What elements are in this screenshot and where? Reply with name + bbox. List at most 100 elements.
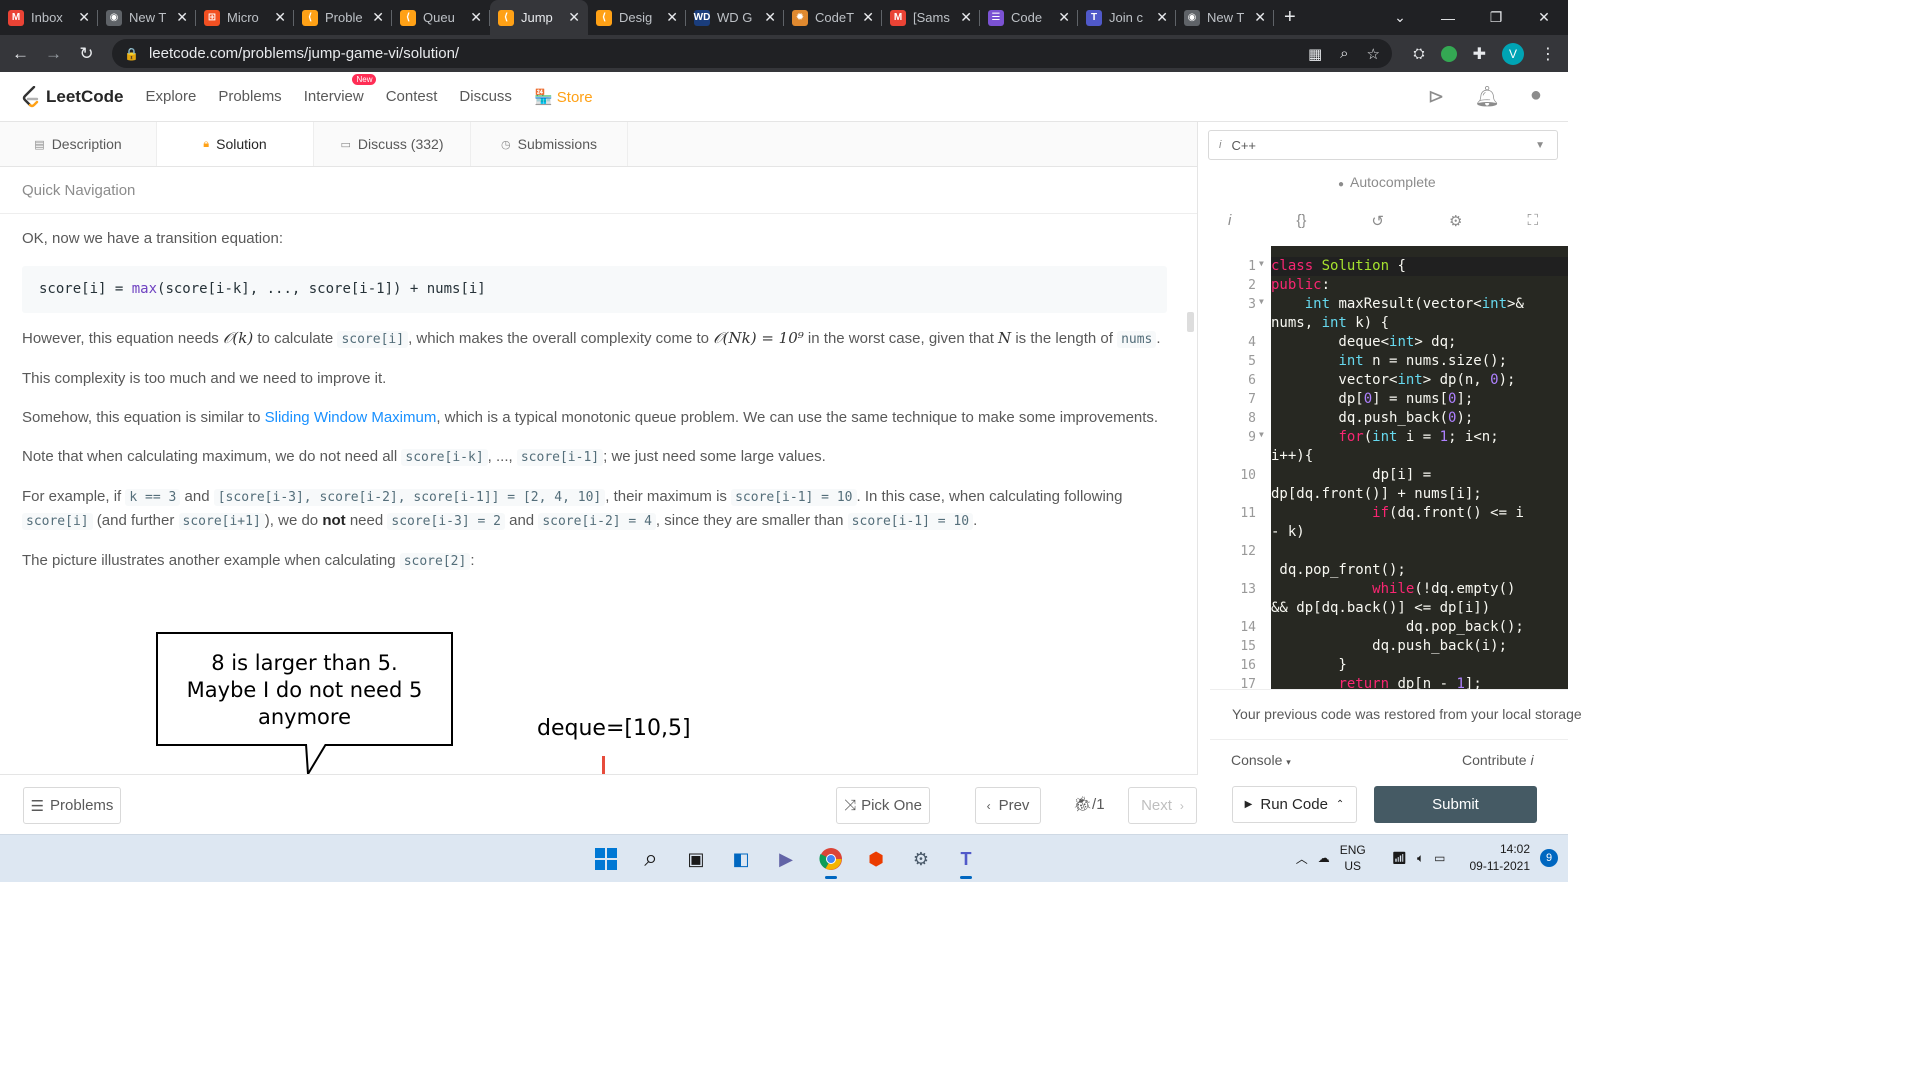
text: . [973, 512, 978, 529]
close-tab-icon[interactable]: ✕ [78, 9, 90, 26]
fullscreen-icon[interactable]: ⛶ [1527, 212, 1538, 230]
close-tab-icon[interactable]: ✕ [1156, 9, 1168, 26]
close-tab-icon[interactable]: ✕ [960, 9, 972, 26]
browser-tab[interactable]: ☰ Code ✕ [980, 0, 1078, 35]
qr-code-icon[interactable]: ▦ [1308, 45, 1322, 63]
fold-icon[interactable]: ▼ [1259, 297, 1264, 306]
browser-tab[interactable]: M Inbox ✕ [0, 0, 98, 35]
close-tab-icon[interactable]: ✕ [666, 9, 678, 26]
close-tab-icon[interactable]: ✕ [470, 9, 482, 26]
submit-button[interactable]: Submit [1374, 786, 1537, 823]
new-tab-button[interactable]: + [1284, 6, 1296, 29]
clock[interactable]: 14:02 09-11-2021 [1470, 841, 1531, 875]
close-window-button[interactable]: ✕ [1520, 9, 1568, 26]
restore-button[interactable]: ❐ [1472, 9, 1520, 26]
close-tab-icon[interactable]: ✕ [764, 9, 776, 26]
tab-discuss[interactable]: ▭ Discuss (332) [314, 122, 471, 166]
minimize-button[interactable]: — [1424, 10, 1472, 26]
tab-solution[interactable]: 🔒︎ Solution [157, 122, 314, 166]
zoom-icon[interactable]: ⌕ [1340, 45, 1348, 62]
address-bar[interactable]: 🔒 leetcode.com/problems/jump-game-vi/sol… [112, 39, 1392, 68]
browser-toolbar: ← → ↻ 🔒 leetcode.com/problems/jump-game-… [0, 35, 1568, 72]
browser-tab[interactable]: M [Sams ✕ [882, 0, 980, 35]
back-button[interactable]: ← [4, 44, 37, 64]
sliding-window-maximum-link[interactable]: Sliding Window Maximum [265, 409, 437, 426]
extension-icon[interactable]: ⛭ [1413, 45, 1424, 62]
nav-store[interactable]: 🏪 Store [534, 88, 593, 106]
tab-search-icon[interactable]: ⌄ [1376, 9, 1424, 26]
info-icon[interactable]: i [1228, 212, 1231, 230]
language-select[interactable]: i C++ ▼ [1208, 130, 1558, 160]
browser-tab[interactable]: ⊞ Micro ✕ [196, 0, 294, 35]
chrome-menu-icon[interactable]: ⋮ [1540, 44, 1556, 64]
volume-icon[interactable]: 🔈︎ [1417, 851, 1424, 866]
browser-tab[interactable]: ◉ New T ✕ [1176, 0, 1274, 35]
browser-tab[interactable]: ⟨ Queu ✕ [392, 0, 490, 35]
settings-gear-icon[interactable]: ⚙ [905, 843, 937, 875]
reload-button[interactable]: ↻ [70, 44, 103, 64]
fold-icon[interactable]: ▼ [1259, 430, 1264, 439]
format-braces-icon[interactable]: {} [1296, 212, 1306, 230]
close-tab-icon[interactable]: ✕ [1058, 9, 1070, 26]
browser-tab[interactable]: ⟨ Proble ✕ [294, 0, 392, 35]
nav-interview[interactable]: Interview [304, 88, 364, 106]
task-view-icon[interactable]: ▣ [680, 843, 712, 875]
chevron-up-icon[interactable]: ︿ [1296, 850, 1308, 867]
autocomplete-toggle[interactable]: ● Autocomplete [1338, 174, 1436, 190]
extension-green-icon[interactable] [1440, 45, 1457, 62]
office-icon[interactable]: ⬢ [860, 843, 892, 875]
browser-tab[interactable]: WD WD G ✕ [686, 0, 784, 35]
wifi-icon[interactable]: 📶︎ [1392, 851, 1407, 865]
forward-button[interactable]: → [37, 44, 70, 64]
browser-tab[interactable]: ⟨ Jump ✕ [490, 0, 588, 35]
settings-icon[interactable]: ⚙ [1449, 212, 1462, 230]
teams-icon[interactable]: T [950, 843, 982, 879]
close-tab-icon[interactable]: ✕ [862, 9, 874, 26]
problems-list-button[interactable]: ☰ Problems [23, 787, 121, 824]
playground-icon[interactable]: ⊳ [1428, 84, 1445, 109]
nav-explore[interactable]: Explore [145, 88, 196, 106]
fold-icon[interactable]: ▼ [1259, 259, 1264, 268]
notification-count-badge[interactable]: 9 [1540, 849, 1558, 867]
code-area[interactable]: class Solution { public: int maxResult(v… [1271, 246, 1568, 689]
close-tab-icon[interactable]: ✕ [1254, 9, 1266, 26]
cloud-icon[interactable]: ☁ [1318, 851, 1330, 865]
nav-problems[interactable]: Problems [218, 88, 281, 106]
reset-icon[interactable]: ↺ [1371, 212, 1384, 230]
profile-avatar[interactable]: V [1502, 42, 1524, 65]
teams-chat-icon[interactable]: ▶ [770, 843, 802, 875]
tab-submissions[interactable]: ◷ Submissions [471, 122, 628, 166]
browser-tab[interactable]: T Join c ✕ [1078, 0, 1176, 35]
close-tab-icon[interactable]: ✕ [274, 9, 286, 26]
code-editor[interactable]: 1 ▼ 2 3 ▼ 4 5 6 7 8 9 ▼ 10 11 12 13 14 15 16 17 class Solut… [1210, 246, 1568, 689]
browser-tab[interactable]: ✹ CodeT ✕ [784, 0, 882, 35]
browser-tab[interactable]: ⟨ Desig ✕ [588, 0, 686, 35]
widgets-icon[interactable]: ◧ [725, 843, 757, 875]
leetcode-logo[interactable]: LeetCode [22, 85, 123, 108]
prev-button[interactable]: ‹ Prev [975, 787, 1041, 824]
content-scrollbar[interactable] [1187, 312, 1194, 332]
start-menu-icon[interactable] [590, 843, 622, 875]
user-avatar-icon[interactable]: ● [1530, 84, 1542, 109]
contribute-link[interactable]: Contribute i [1462, 752, 1534, 768]
notification-bell-icon[interactable]: 🔔︎ [1475, 84, 1500, 109]
puzzle-icon[interactable]: ✚ [1473, 44, 1486, 64]
chrome-taskbar-icon[interactable] [815, 843, 847, 879]
run-code-button[interactable]: ▶ Run Code ⌃ [1232, 786, 1357, 823]
close-tab-icon[interactable]: ✕ [568, 9, 580, 26]
close-tab-icon[interactable]: ✕ [372, 9, 384, 26]
next-button[interactable]: Next › [1128, 787, 1197, 824]
close-tab-icon[interactable]: ✕ [176, 9, 188, 26]
tab-description[interactable]: ▤ Description [0, 122, 157, 166]
pick-one-button[interactable]: ⤨ Pick One [836, 787, 930, 824]
battery-icon[interactable]: ▭ [1434, 851, 1445, 865]
inline-code: nums [1117, 331, 1157, 348]
browser-tab[interactable]: ◉ New T ✕ [98, 0, 196, 35]
input-language[interactable]: ENG US [1340, 842, 1366, 874]
bookmark-star-icon[interactable]: ☆ [1367, 45, 1380, 63]
search-icon[interactable]: ⌕ [635, 843, 667, 875]
nav-discuss[interactable]: Discuss [459, 88, 512, 106]
console-toggle[interactable]: Console ▾ [1231, 752, 1291, 768]
nav-contest[interactable]: Contest [386, 88, 438, 106]
quick-navigation[interactable]: Quick Navigation [0, 167, 1197, 214]
